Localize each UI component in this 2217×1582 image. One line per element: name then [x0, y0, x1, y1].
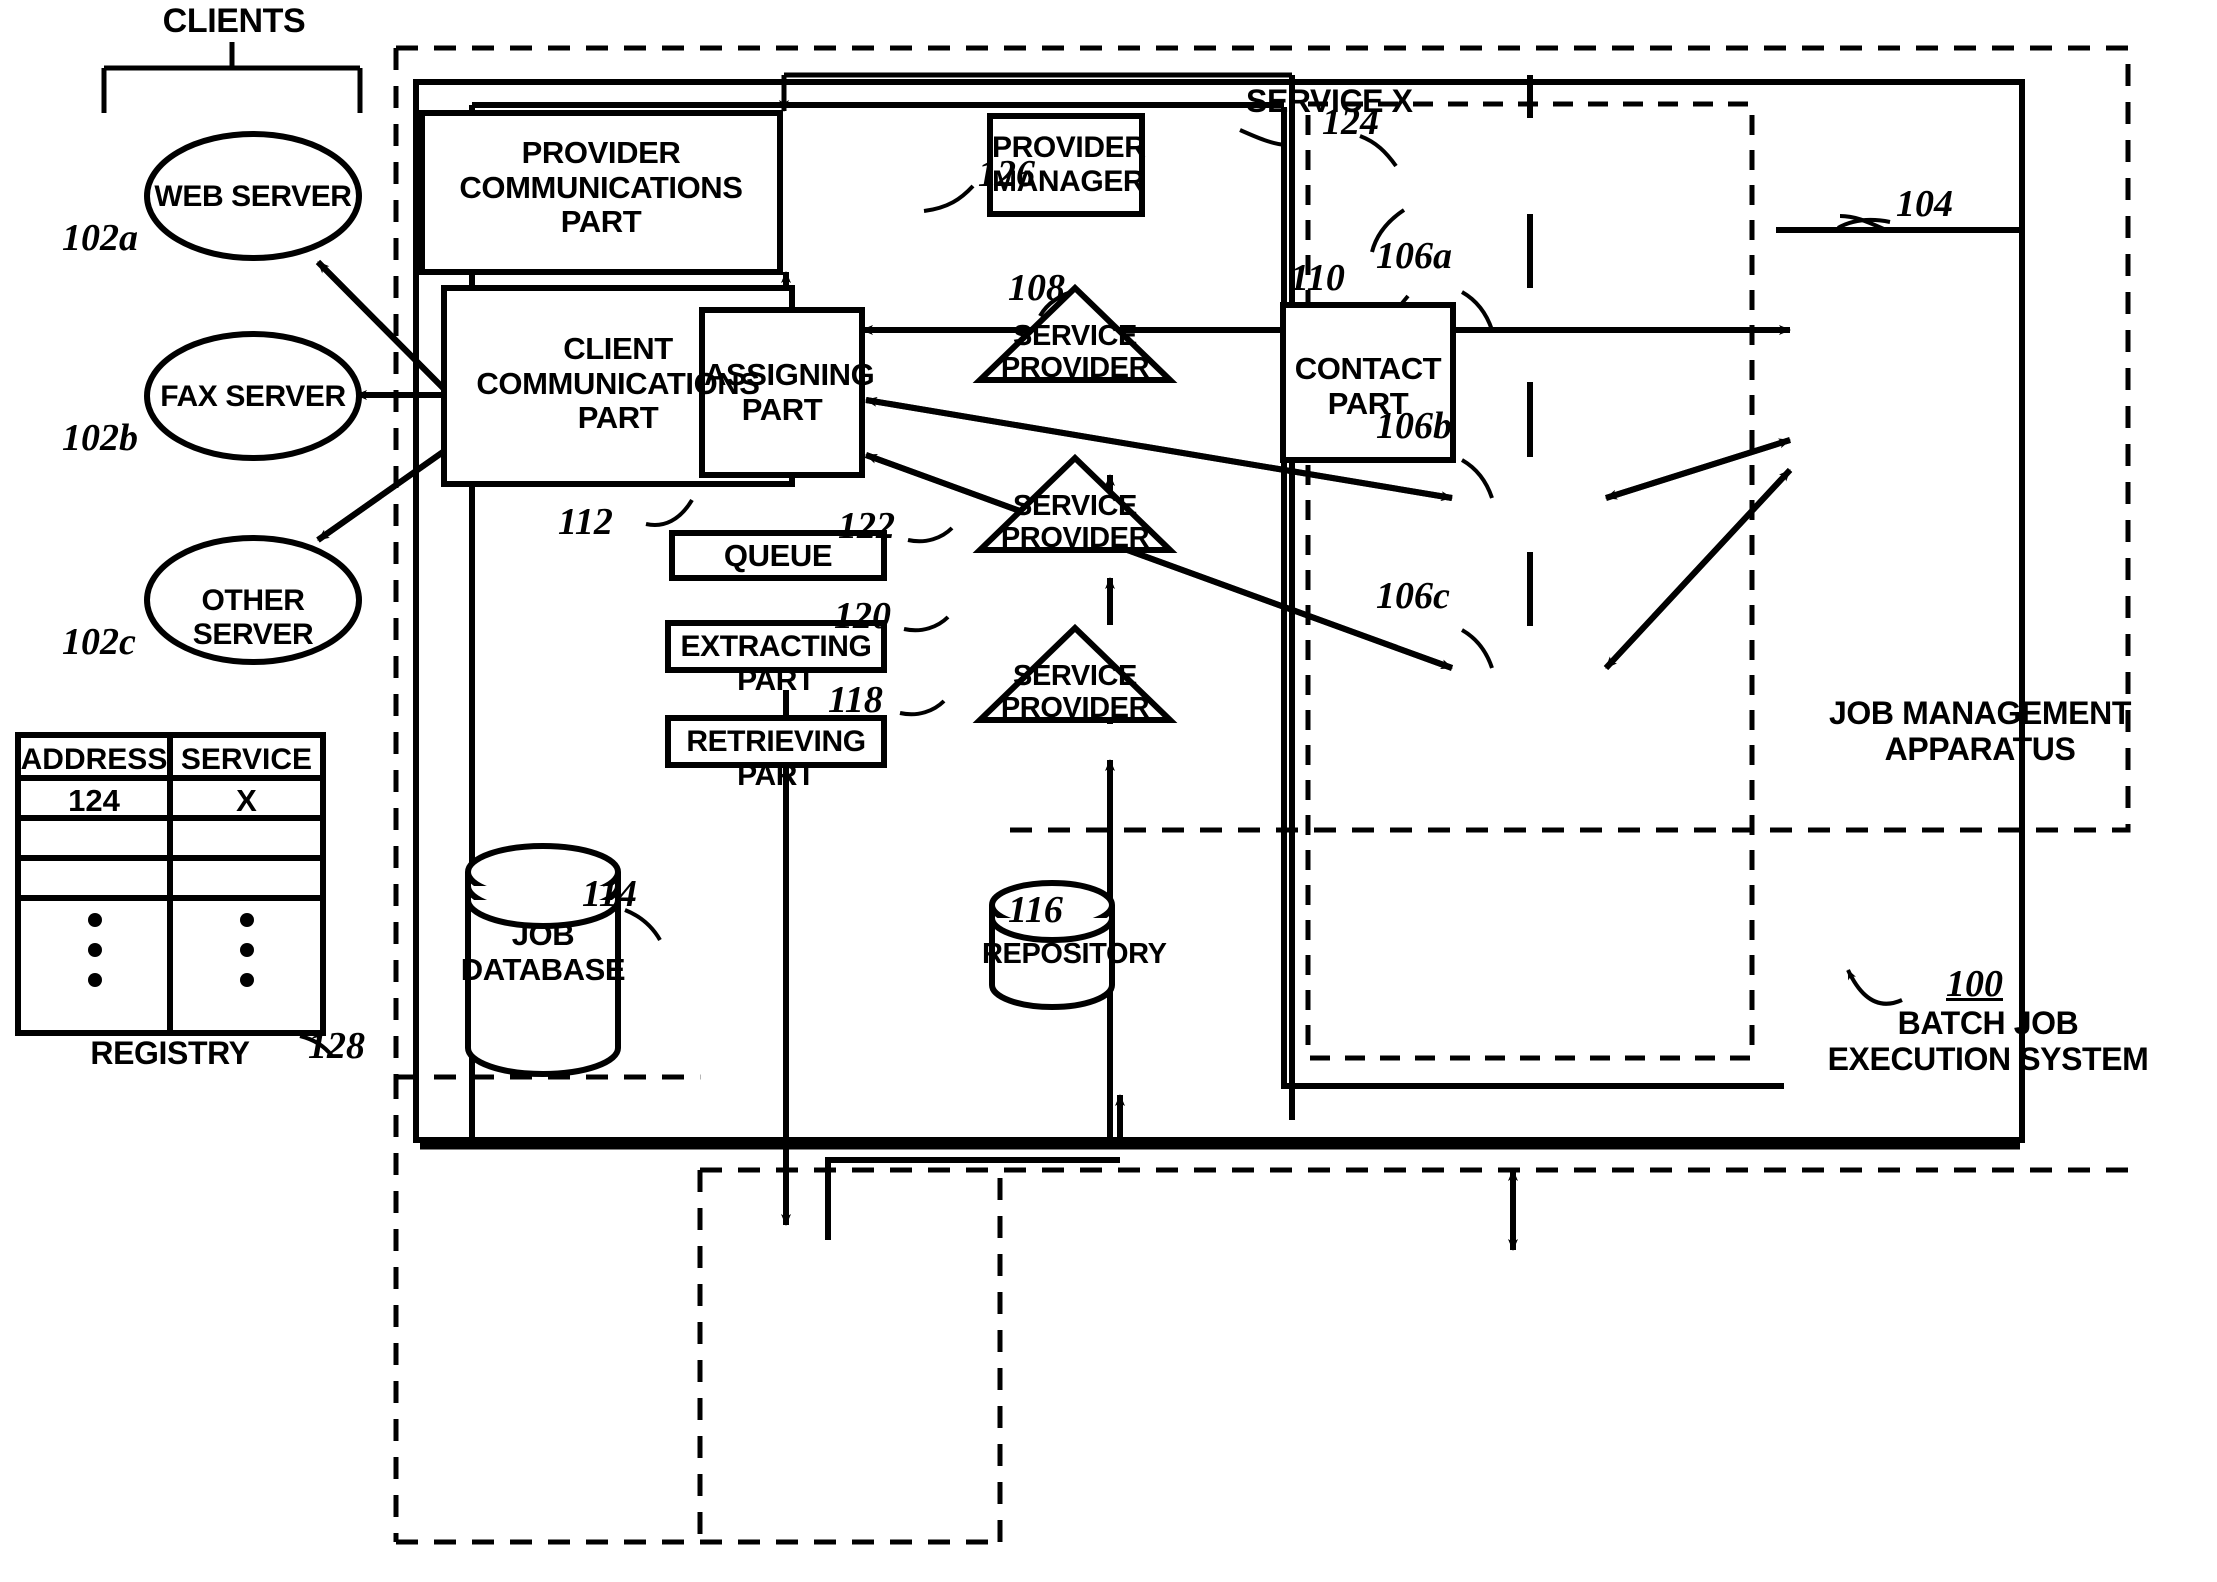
- registry-cell-service-1: X: [236, 783, 257, 818]
- client-other-server-label: OTHER SERVER: [192, 584, 314, 651]
- patent-figure: CLIENTS WEB SERVER FAX SERVER OTHER SERV…: [0, 0, 2217, 1582]
- service-x-outer-frame: [1281, 107, 1784, 1089]
- repository-dashed-border: [697, 1167, 2128, 1540]
- arrow-contact-sp-b: [1605, 437, 1791, 501]
- ref-102c: 102c: [62, 621, 136, 663]
- spc-line1: SERVICE: [1013, 660, 1137, 692]
- service-provider-c-label: SERVICE PROVIDER: [990, 660, 1160, 725]
- leader-100: [1846, 969, 1903, 1006]
- ap-line1: ASSIGNING: [704, 357, 875, 392]
- registry-caption: REGISTRY: [90, 1035, 250, 1071]
- diagram-lines: [15, 42, 2131, 1545]
- jdb-line1: JOB: [511, 917, 575, 952]
- pcp-line1: PROVIDER: [521, 135, 681, 170]
- registry-header-address: ADDRESS: [20, 743, 168, 776]
- pcp-line2: COMMUNICATIONS: [459, 169, 743, 205]
- pcp-line3: PART: [560, 204, 642, 240]
- arrow-other-server: [316, 437, 462, 543]
- ref-114: 114: [582, 873, 637, 915]
- batch-job-execution-system-label: BATCH JOB EXECUTION SYSTEM: [1806, 1005, 2170, 1078]
- bjes-line2: EXECUTION SYSTEM: [1827, 1040, 2149, 1077]
- job-database-label: JOB DATABASE: [448, 917, 638, 987]
- pm-line1: PROVIDER: [992, 131, 1146, 164]
- client-fax-server-label: FAX SERVER: [160, 380, 346, 413]
- cp-line1: CONTACT: [1294, 351, 1442, 386]
- registry-table: [15, 732, 326, 1036]
- spa-line2: PROVIDER: [1000, 352, 1150, 385]
- spb-line1: SERVICE: [1013, 490, 1137, 522]
- arrow-assign-provider-c: [864, 452, 1454, 671]
- ccp-line1: CLIENT: [563, 331, 673, 366]
- ref-122: 122: [838, 505, 895, 547]
- provider-communications-part-label: PROVIDER COMMUNICATIONS PART: [424, 135, 778, 240]
- ref-116: 116: [1008, 889, 1063, 931]
- ref-120: 120: [834, 595, 891, 637]
- ref-128: 128: [308, 1025, 365, 1067]
- ref-112: 112: [558, 501, 613, 543]
- spa-line1: SERVICE: [1013, 320, 1137, 352]
- jdb-line2: DATABASE: [460, 951, 626, 987]
- registry-header-service: SERVICE: [180, 743, 313, 776]
- pm-line2: MANAGER: [992, 164, 1145, 198]
- ccp-line3: PART: [577, 400, 659, 436]
- spb-line2: PROVIDER: [1000, 522, 1150, 555]
- service-provider-b-label: SERVICE PROVIDER: [990, 490, 1160, 555]
- service-x-label: SERVICE X: [1246, 83, 1413, 119]
- clients-label: CLIENTS: [162, 2, 306, 40]
- client-web-server-label: WEB SERVER: [154, 180, 352, 213]
- ref-102b: 102b: [62, 417, 138, 459]
- arrow-contact-sp-c: [1603, 467, 1793, 671]
- ref-104: 104: [1896, 183, 1953, 225]
- ref-102a: 102a: [62, 217, 138, 259]
- cp-line2: PART: [1327, 385, 1409, 421]
- bjes-line1: BATCH JOB: [1897, 1005, 2079, 1041]
- job-management-apparatus-label: JOB MANAGEMENT APPARATUS: [1770, 695, 2190, 768]
- jma-line2: APPARATUS: [1884, 730, 2076, 767]
- clients-bracket: [101, 42, 363, 113]
- ref-110: 110: [1290, 257, 1345, 299]
- jma-line1: JOB MANAGEMENT: [1829, 695, 2131, 731]
- spc-line2: PROVIDER: [1000, 692, 1150, 725]
- ref-100: 100: [1946, 963, 2003, 1005]
- registry-cell-address-1: 124: [68, 783, 120, 818]
- assigning-part-label: ASSIGNING PART: [704, 357, 875, 427]
- provider-manager-label: PROVIDER MANAGER: [992, 131, 1146, 198]
- contact-part-label: CONTACT PART: [1285, 351, 1451, 421]
- retrieving-part-label: RETRIEVING PART: [686, 725, 866, 792]
- repository-label: REPOSITORY: [982, 938, 1167, 970]
- service-x-leader: [1239, 128, 1287, 147]
- ref-106c: 106c: [1376, 575, 1450, 617]
- ref-118: 118: [828, 679, 883, 721]
- ap-line2: PART: [741, 391, 823, 427]
- ref-108: 108: [1008, 267, 1065, 309]
- ref-106a: 106a: [1376, 235, 1452, 277]
- service-provider-a-label: SERVICE PROVIDER: [990, 320, 1160, 385]
